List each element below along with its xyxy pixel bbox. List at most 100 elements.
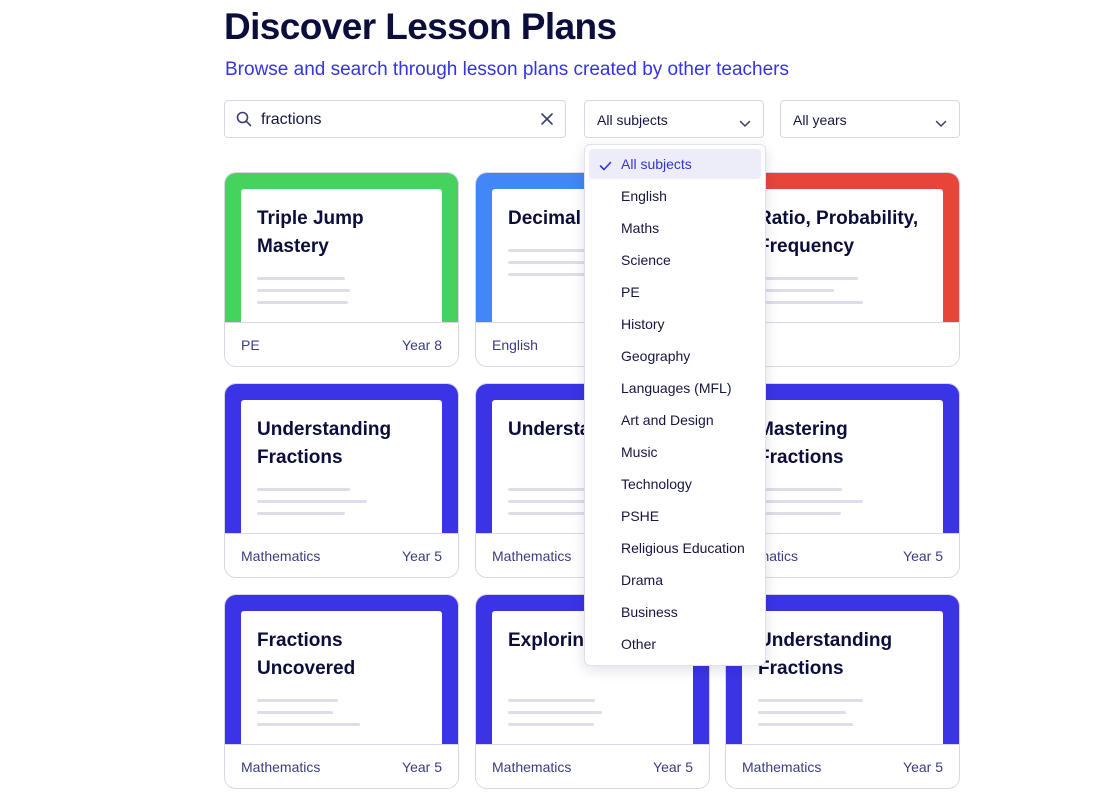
placeholder-line <box>257 500 367 503</box>
placeholder-line <box>257 488 350 491</box>
dropdown-option-pshe[interactable]: PSHE <box>589 501 761 531</box>
card-subject: Mathematics <box>492 548 572 564</box>
search-input[interactable] <box>261 109 531 131</box>
dropdown-option-all-subjects[interactable]: All subjects <box>589 149 761 179</box>
card-subject: Mathematics <box>492 759 572 775</box>
dropdown-option-label: Art and Design <box>621 412 714 428</box>
placeholder-line <box>257 512 345 515</box>
dropdown-option-label: Business <box>621 604 678 620</box>
placeholder-line <box>758 301 863 304</box>
card-footer: Mathematics Year 5 <box>476 744 709 788</box>
dropdown-option-languages[interactable]: Languages (MFL) <box>589 373 761 403</box>
placeholder-line <box>257 277 345 280</box>
dropdown-option-religious-education[interactable]: Religious Education <box>589 533 761 563</box>
dropdown-option-music[interactable]: Music <box>589 437 761 467</box>
placeholder-line <box>508 273 588 276</box>
card-title: Triple Jump Mastery <box>257 208 364 257</box>
placeholder-line <box>758 723 853 726</box>
chevron-down-icon <box>739 115 751 133</box>
card-preview: Triple Jump Mastery <box>241 189 442 322</box>
dropdown-option-science[interactable]: Science <box>589 245 761 275</box>
placeholder-line <box>257 699 338 702</box>
dropdown-option-label: Geography <box>621 348 691 364</box>
placeholder-line <box>758 699 863 702</box>
placeholder-line <box>758 711 846 714</box>
dropdown-option-label: PSHE <box>621 508 660 524</box>
card-footer: PE Year 8 <box>225 322 458 366</box>
chevron-down-icon <box>935 115 947 133</box>
year-select-label: All years <box>793 112 847 128</box>
placeholder-line <box>758 289 834 292</box>
subject-select[interactable]: All subjects <box>584 100 764 138</box>
card-title: Ratio, Probability, Frequency <box>758 208 919 257</box>
dropdown-option-other[interactable]: Other <box>589 629 761 659</box>
dropdown-option-maths[interactable]: Maths <box>589 213 761 243</box>
card-year: Year 5 <box>903 759 943 775</box>
placeholder-line <box>508 512 594 515</box>
card-title: Understanding Fractions <box>257 419 392 468</box>
dropdown-option-label: PE <box>621 284 640 300</box>
placeholder-line <box>758 277 858 280</box>
dropdown-option-label: Maths <box>621 220 660 236</box>
subject-select-label: All subjects <box>597 112 668 128</box>
card-year: Year 8 <box>402 337 442 353</box>
search-icon <box>236 111 252 132</box>
dropdown-option-art-and-design[interactable]: Art and Design <box>589 405 761 435</box>
check-icon <box>599 158 612 176</box>
lesson-card[interactable]: Understanding Fractions Mathematics Year… <box>224 383 459 578</box>
dropdown-option-label: Music <box>621 444 658 460</box>
page-subtitle: Browse and search through lesson plans c… <box>225 59 789 80</box>
dropdown-option-label: English <box>621 188 667 204</box>
card-footer: Mathematics Year 5 <box>225 533 458 577</box>
placeholder-line <box>257 723 360 726</box>
dropdown-option-drama[interactable]: Drama <box>589 565 761 595</box>
year-select[interactable]: All years <box>780 100 960 138</box>
dropdown-option-geography[interactable]: Geography <box>589 341 761 371</box>
placeholder-line <box>257 301 348 304</box>
placeholder-line <box>758 500 863 503</box>
card-preview: Ratio, Probability, Frequency <box>742 189 943 322</box>
card-title: Fractions Uncovered <box>257 630 356 679</box>
dropdown-option-label: Drama <box>621 572 664 588</box>
dropdown-option-label: History <box>621 316 665 332</box>
dropdown-option-english[interactable]: English <box>589 181 761 211</box>
placeholder-line <box>508 699 595 702</box>
card-subject: PE <box>241 337 260 353</box>
search-box[interactable] <box>224 100 566 138</box>
card-subject: Mathematics <box>241 548 321 564</box>
card-subject: Mathematics <box>742 759 822 775</box>
card-preview: Understanding Fractions <box>241 400 442 533</box>
card-year: Year 5 <box>903 548 943 564</box>
placeholder-line <box>758 512 841 515</box>
placeholder-line <box>758 488 842 491</box>
card-subject: Mathematics <box>241 759 321 775</box>
placeholder-line <box>257 289 350 292</box>
dropdown-option-label: All subjects <box>621 156 692 172</box>
card-title: Mastering Fractions <box>758 419 848 468</box>
card-footer: Mathematics Year 5 <box>726 744 959 788</box>
card-preview: Understanding Fractions <box>742 611 943 744</box>
dropdown-option-pe[interactable]: PE <box>589 277 761 307</box>
card-year: Year 5 <box>402 759 442 775</box>
card-preview: Fractions Uncovered <box>241 611 442 744</box>
dropdown-option-history[interactable]: History <box>589 309 761 339</box>
placeholder-line <box>508 261 594 264</box>
card-title: Understanding Fractions <box>758 630 893 679</box>
dropdown-option-label: Religious Education <box>621 540 745 556</box>
close-icon[interactable] <box>540 112 554 131</box>
lesson-card[interactable]: Triple Jump Mastery PE Year 8 <box>224 172 459 367</box>
dropdown-option-label: Science <box>621 252 671 268</box>
dropdown-option-business[interactable]: Business <box>589 597 761 627</box>
lesson-card[interactable]: Fractions Uncovered Mathematics Year 5 <box>224 594 459 789</box>
dropdown-option-label: Other <box>621 636 657 652</box>
placeholder-line <box>508 711 602 714</box>
placeholder-line <box>257 711 333 714</box>
dropdown-option-label: Languages (MFL) <box>621 380 732 396</box>
placeholder-line <box>508 723 594 726</box>
card-year: Year 5 <box>653 759 693 775</box>
card-preview: Mastering Fractions <box>742 400 943 533</box>
dropdown-option-label: Technology <box>621 476 692 492</box>
card-footer: Mathematics Year 5 <box>225 744 458 788</box>
page-title: Discover Lesson Plans <box>224 6 617 47</box>
dropdown-option-technology[interactable]: Technology <box>589 469 761 499</box>
